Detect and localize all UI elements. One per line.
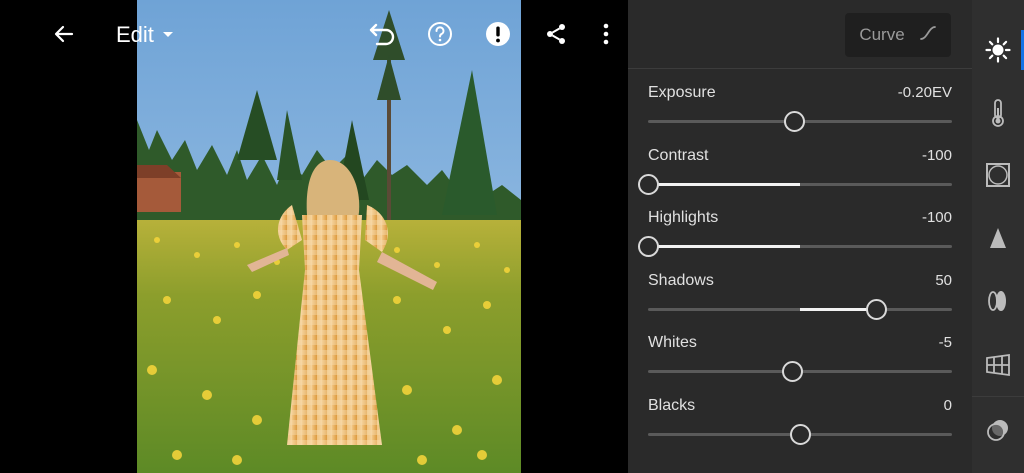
color-icon[interactable]: [972, 82, 1024, 144]
edit-mode-label: Edit: [116, 22, 154, 47]
chevron-down-icon: [162, 26, 174, 44]
effects-icon[interactable]: [972, 144, 1024, 206]
slider-contrast: Contrast -100: [638, 147, 952, 203]
slider-thumb[interactable]: [638, 236, 659, 257]
slider-value: -100: [921, 209, 952, 226]
slider-label: Whites: [648, 334, 697, 351]
slider-thumb[interactable]: [783, 111, 805, 132]
curve-button[interactable]: Curve: [845, 13, 951, 57]
rail-divider: [972, 396, 1024, 397]
photo-canvas: [0, 0, 628, 473]
slider-track[interactable]: [648, 299, 952, 320]
slider-label: Highlights: [648, 209, 719, 226]
selective-icon[interactable]: [972, 399, 1024, 461]
slider-label: Shadows: [648, 272, 714, 289]
light-adjustment-panel: Curve Exposure -0.20EV Contrast -100 Hig…: [628, 0, 972, 473]
undo-icon[interactable]: [367, 18, 399, 50]
slider-value: -5: [938, 334, 952, 351]
slider-track[interactable]: [648, 111, 952, 132]
slider-whites: Whites -5: [648, 334, 952, 390]
slider-label: Exposure: [648, 84, 716, 101]
slider-value: 0: [943, 397, 952, 414]
slider-fill: [648, 245, 800, 248]
alert-icon[interactable]: [482, 18, 514, 50]
help-icon[interactable]: [424, 18, 456, 50]
tool-rail: [972, 0, 1024, 473]
slider-thumb[interactable]: [790, 424, 811, 445]
curve-button-label: Curve: [859, 25, 905, 44]
slider-highlights: Highlights -100: [638, 209, 952, 265]
slider-track[interactable]: [648, 424, 952, 445]
slider-fill: [648, 183, 800, 186]
top-toolbar: Edit: [0, 0, 628, 68]
slider-value: -100: [921, 147, 952, 164]
curve-icon: [919, 25, 937, 46]
slider-track[interactable]: [638, 174, 952, 195]
share-icon[interactable]: [540, 18, 572, 50]
slider-fill: [800, 308, 876, 311]
back-arrow-icon[interactable]: [48, 18, 80, 50]
optics-icon[interactable]: [972, 270, 1024, 332]
edit-mode-menu[interactable]: Edit: [116, 20, 174, 50]
slider-shadows: Shadows 50: [648, 272, 952, 328]
light-icon[interactable]: [972, 19, 1024, 81]
slider-thumb[interactable]: [638, 174, 659, 195]
slider-track[interactable]: [648, 361, 952, 382]
slider-thumb[interactable]: [866, 299, 887, 320]
slider-value: 50: [935, 272, 952, 289]
slider-thumb[interactable]: [782, 361, 804, 382]
slider-value: -0.20EV: [897, 84, 952, 101]
slider-track[interactable]: [638, 236, 952, 257]
slider-blacks: Blacks 0: [648, 397, 952, 453]
geometry-icon[interactable]: [972, 334, 1024, 396]
detail-icon[interactable]: [972, 207, 1024, 269]
slider-label: Blacks: [648, 397, 696, 414]
edited-photo: [137, 0, 521, 473]
panel-divider: [628, 68, 972, 69]
slider-label: Contrast: [648, 147, 709, 164]
photo-image: [137, 0, 521, 473]
more-vertical-icon[interactable]: [590, 18, 622, 50]
slider-exposure: Exposure -0.20EV: [648, 84, 952, 140]
